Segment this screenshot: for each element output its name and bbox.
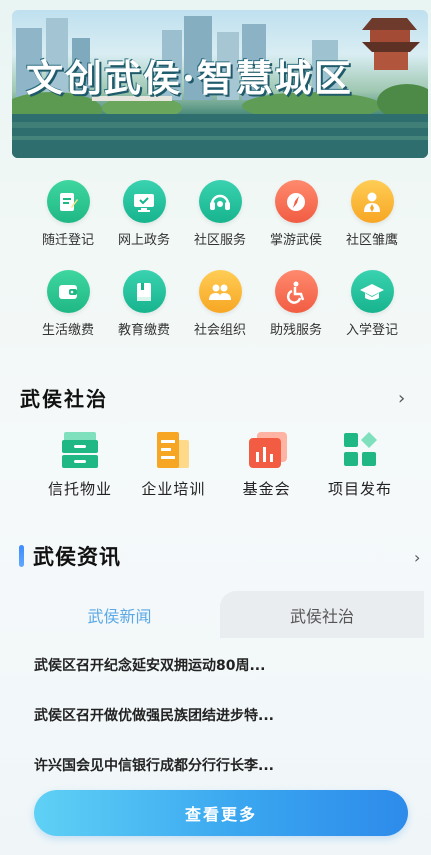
document-bars-icon (151, 430, 195, 470)
service-item-education-payment[interactable]: 教育缴费 (110, 270, 178, 338)
compass-icon (274, 180, 318, 223)
governance-item-project-release[interactable]: 项目发布 (320, 430, 400, 499)
bar-chart-icon (245, 430, 289, 470)
monitor-check-icon (122, 180, 166, 223)
people-icon (198, 270, 242, 313)
governance-label: 信托物业 (47, 480, 112, 498)
tab-wuhou-governance[interactable]: 武侯社治 (220, 591, 424, 638)
chevron-right-icon[interactable]: › (414, 548, 420, 567)
service-item-utility-payment[interactable]: 生活缴费 (34, 270, 102, 338)
pencil-note-icon (46, 180, 90, 223)
governance-item-enterprise-training[interactable]: 企业培训 (133, 430, 213, 499)
section-title-news: 武侯资讯 (33, 545, 121, 569)
governance-items: 信托物业 企业培训 基金会 项目发布 (40, 430, 400, 499)
service-grid: 随迁登记 网上政务 社区服务 掌游武侯 社区雏鹰 生活缴费 教育缴费 社会组织 … (34, 180, 414, 338)
service-label: 掌游武侯 (269, 233, 322, 248)
wallet-icon (46, 270, 90, 313)
service-label: 入学登记 (345, 323, 398, 338)
service-label: 网上政务 (117, 233, 170, 248)
grid-diamond-icon (338, 430, 382, 470)
service-row: 随迁登记 网上政务 社区服务 掌游武侯 社区雏鹰 (34, 180, 406, 248)
service-item-disability-service[interactable]: 助残服务 (262, 270, 330, 338)
tab-wuhou-news[interactable]: 武侯新闻 (12, 591, 227, 638)
news-item[interactable]: 许兴国会见中信银行成都分行行长李... (34, 740, 404, 790)
service-item-tour-wuhou[interactable]: 掌游武侯 (262, 180, 330, 248)
service-label: 社区服务 (193, 233, 246, 248)
service-label: 社区雏鹰 (345, 233, 398, 248)
section-accent-bar (19, 545, 24, 567)
governance-label: 项目发布 (327, 480, 392, 498)
service-item-relocation-registration[interactable]: 随迁登记 (34, 180, 102, 248)
news-item[interactable]: 武侯区召开纪念延安双拥运动80周... (34, 640, 404, 690)
governance-label: 企业培训 (141, 480, 206, 498)
service-item-online-affairs[interactable]: 网上政务 (110, 180, 178, 248)
book-icon (122, 270, 166, 313)
hero-banner[interactable]: 文创武侯·智慧城区 (12, 10, 428, 158)
service-item-community-eaglets[interactable]: 社区雏鹰 (338, 180, 406, 248)
service-label: 社会组织 (193, 323, 246, 338)
graduation-cap-icon (350, 270, 394, 313)
service-row: 生活缴费 教育缴费 社会组织 助残服务 入学登记 (34, 270, 406, 338)
service-label: 随迁登记 (41, 233, 94, 248)
wheelchair-icon (274, 270, 318, 313)
service-label: 教育缴费 (117, 323, 170, 338)
cabinet-icon (58, 430, 102, 470)
news-list: 武侯区召开纪念延安双拥运动80周... 武侯区召开做优做强民族团结进步特... … (34, 640, 404, 790)
news-item[interactable]: 武侯区召开做优做强民族团结进步特... (34, 690, 404, 740)
section-title-governance: 武侯社治 (20, 387, 108, 411)
banner-title: 文创武侯·智慧城区 (26, 56, 353, 100)
service-item-school-enrollment[interactable]: 入学登记 (338, 270, 406, 338)
governance-item-trust-property[interactable]: 信托物业 (40, 430, 120, 499)
view-more-button[interactable]: 查看更多 (34, 790, 408, 836)
service-item-community-service[interactable]: 社区服务 (186, 180, 254, 248)
governance-label: 基金会 (242, 480, 291, 498)
service-label: 生活缴费 (41, 323, 94, 338)
person-tie-icon (350, 180, 394, 223)
service-label: 助残服务 (269, 323, 322, 338)
chevron-right-icon[interactable]: › (398, 388, 405, 409)
news-tabs: 武侯社治 武侯新闻 (12, 591, 424, 638)
governance-item-foundation[interactable]: 基金会 (227, 430, 307, 499)
service-item-social-organization[interactable]: 社会组织 (186, 270, 254, 338)
headset-icon (198, 180, 242, 223)
